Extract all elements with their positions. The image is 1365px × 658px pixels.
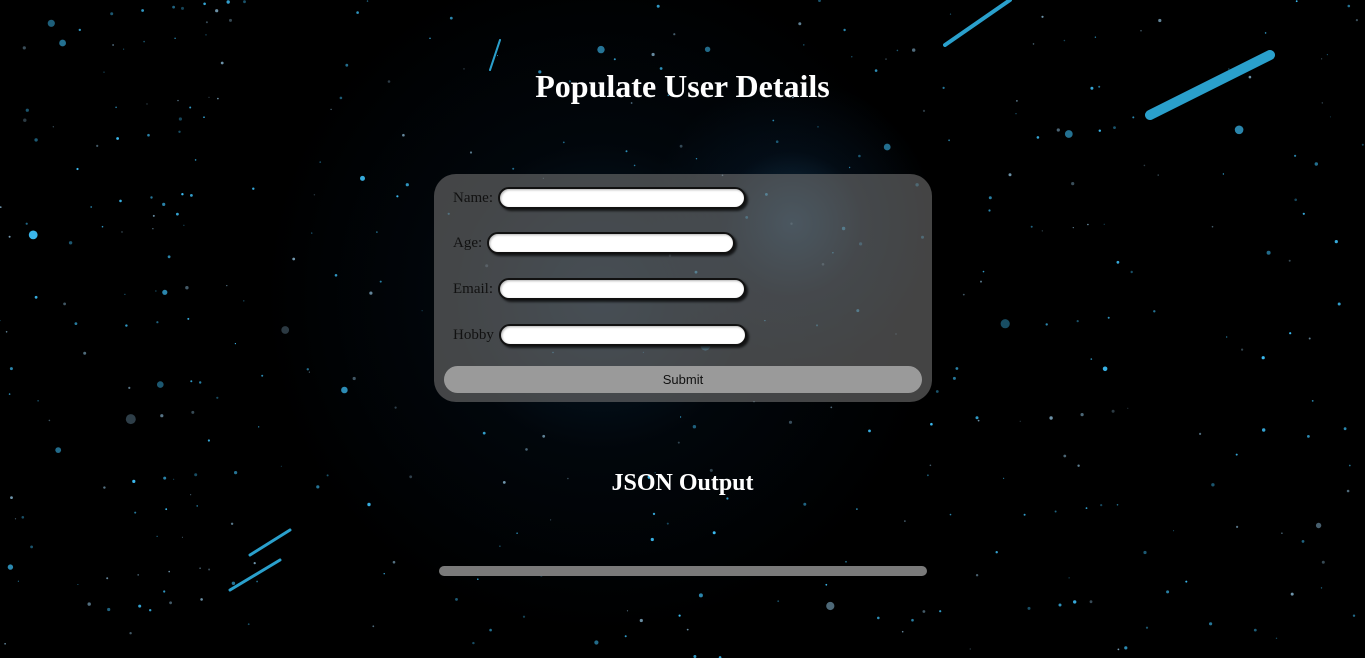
email-label: Email: bbox=[453, 280, 493, 297]
email-input[interactable] bbox=[498, 278, 746, 300]
hobby-label: Hobby bbox=[453, 326, 494, 343]
email-row: Email: bbox=[453, 277, 746, 301]
json-output-title: JSON Output bbox=[611, 470, 754, 496]
submit-button[interactable]: Submit bbox=[444, 366, 922, 393]
json-output-area bbox=[439, 566, 927, 576]
age-label: Age: bbox=[453, 234, 483, 251]
user-details-form: Name: Age: Email: Hobby Submit bbox=[434, 174, 932, 402]
name-row: Name: bbox=[453, 186, 746, 210]
hobby-input[interactable] bbox=[498, 324, 747, 346]
age-row: Age: bbox=[453, 231, 736, 255]
name-input[interactable] bbox=[497, 187, 746, 209]
name-label: Name: bbox=[453, 189, 493, 206]
page-title: Populate User Details bbox=[535, 68, 830, 104]
hobby-row: Hobby bbox=[453, 323, 747, 347]
age-input[interactable] bbox=[487, 232, 736, 254]
